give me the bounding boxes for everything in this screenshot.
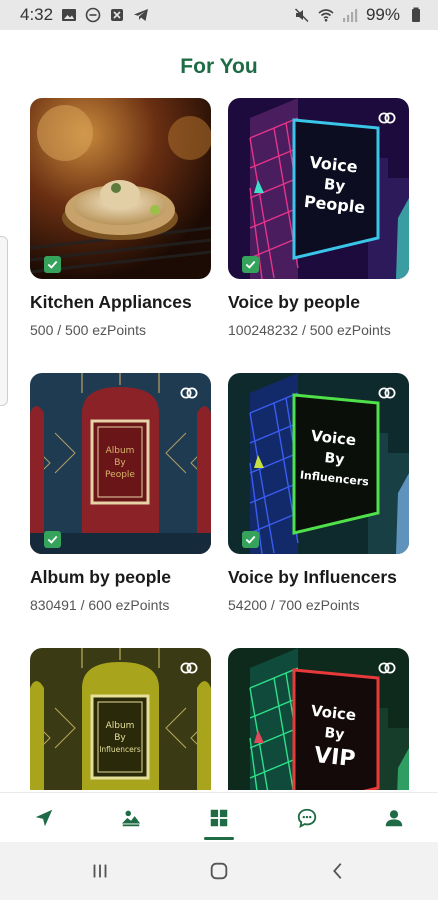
card-grid: Kitchen Appliances 500 / 500 ezPoints Vo… [0, 98, 438, 790]
image-text: By [324, 725, 345, 743]
status-time: 4:32 [20, 5, 54, 24]
link-icon [378, 387, 396, 399]
dashboard-icon [210, 809, 228, 826]
image-text: Influencers [99, 745, 141, 754]
image-text: By [323, 175, 346, 195]
back-button[interactable] [318, 851, 358, 891]
landscape-icon [122, 810, 141, 826]
card-image[interactable]: Voice By VIP [228, 648, 409, 790]
card-points: 830491 / 600 ezPoints [30, 597, 170, 613]
card-title: Kitchen Appliances [30, 292, 192, 312]
image-text: By [114, 458, 126, 468]
checked-icon [44, 256, 61, 273]
navigate-icon [35, 809, 53, 826]
card-image[interactable]: Album By Influencers [30, 648, 211, 790]
link-icon [378, 112, 396, 124]
do-not-disturb-icon [85, 7, 101, 23]
gallery-icon [61, 7, 77, 23]
home-button[interactable] [199, 851, 239, 891]
card-points: 54200 / 700 ezPoints [228, 597, 360, 613]
page-title: For You [180, 55, 258, 78]
mute-icon [294, 7, 310, 23]
card-album-by-influencers[interactable]: Album By Influencers [30, 648, 211, 790]
chat-icon [297, 808, 316, 828]
card-voice-by-influencers[interactable]: Voice By Influencers Voice by Influencer… [228, 373, 409, 613]
checked-icon [242, 256, 259, 273]
nav-item-dashboard[interactable] [189, 793, 249, 843]
battery-percentage: 99% [365, 5, 400, 24]
status-bar: 4:32 99% [0, 0, 438, 30]
recents-icon [93, 864, 107, 878]
card-album-by-people[interactable]: Album By People Album by people 830491 /… [30, 373, 211, 613]
battery-icon [408, 7, 424, 23]
link-icon [180, 387, 198, 399]
status-right: 99% [294, 5, 424, 25]
nav-item-chat[interactable] [277, 793, 337, 843]
image-text: By [114, 733, 126, 743]
link-icon [180, 662, 198, 674]
card-voice-by-vip[interactable]: Voice By VIP [228, 648, 409, 790]
link-icon [378, 662, 396, 674]
home-icon [210, 862, 228, 880]
system-nav-bar [0, 842, 438, 900]
image-text: People [105, 470, 135, 480]
nav-item-profile[interactable] [364, 793, 424, 843]
card-image[interactable]: Voice By People [228, 98, 409, 279]
recents-button[interactable] [80, 851, 120, 891]
card-kitchen-appliances[interactable]: Kitchen Appliances 500 / 500 ezPoints [30, 98, 211, 338]
kitchen-appliances-image [30, 98, 211, 279]
card-title: Voice by Influencers [228, 567, 397, 587]
image-text: VIP [313, 743, 357, 772]
image-text: By [324, 450, 345, 468]
signal-icon [342, 7, 358, 23]
profile-icon [385, 809, 403, 826]
nav-item-navigate[interactable] [14, 793, 74, 843]
card-voice-by-people[interactable]: Voice By People Voice by people 10024823… [228, 98, 409, 338]
checked-icon [242, 531, 259, 548]
card-image[interactable] [30, 98, 211, 279]
bottom-nav [0, 792, 438, 842]
card-points: 500 / 500 ezPoints [30, 322, 146, 338]
edge-panel-handle[interactable] [0, 236, 8, 406]
page-header: For You [0, 30, 438, 100]
image-text: Album [106, 446, 135, 456]
back-icon [333, 863, 342, 879]
blocked-icon [109, 7, 125, 23]
card-title: Album by people [30, 567, 171, 587]
card-title: Voice by people [228, 292, 360, 312]
telegram-icon [133, 7, 149, 23]
image-text: Album [106, 721, 135, 731]
status-left: 4:32 [20, 5, 149, 25]
card-image[interactable]: Album By People [30, 373, 211, 554]
checked-icon [44, 531, 61, 548]
nav-item-landscape[interactable] [101, 793, 161, 843]
card-image[interactable]: Voice By Influencers [228, 373, 409, 554]
card-points: 100248232 / 500 ezPoints [228, 322, 391, 338]
wifi-icon [318, 7, 334, 23]
